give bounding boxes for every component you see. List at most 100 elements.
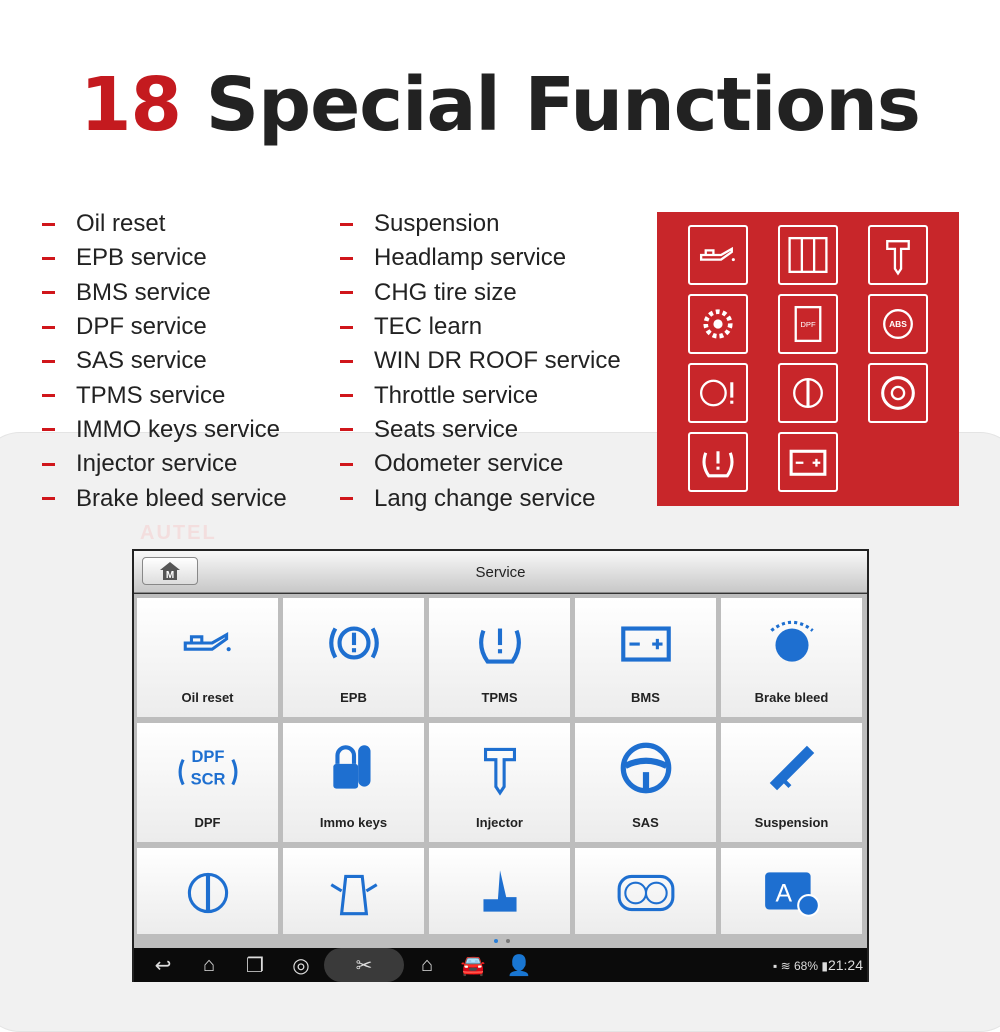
- function-label: TPMS service: [76, 381, 226, 409]
- function-label: EPB service: [76, 244, 207, 272]
- service-tile[interactable]: A: [721, 848, 862, 934]
- service-tile[interactable]: BMS: [575, 598, 716, 717]
- function-icon-tile: [688, 432, 748, 492]
- dpf-icon: DPF: [794, 305, 822, 343]
- function-item: Suspension: [340, 207, 621, 241]
- service-tile[interactable]: TPMS: [429, 598, 570, 717]
- function-icon-tile: [778, 225, 838, 285]
- function-item: IMMO keys service: [42, 413, 287, 447]
- function-label: IMMO keys service: [76, 415, 281, 443]
- function-item: EPB service: [42, 241, 287, 275]
- vehicle-icon[interactable]: 🚘: [450, 948, 496, 982]
- tire-icon: [881, 376, 915, 410]
- screen-header: M Service: [134, 551, 867, 593]
- dash-bullet: [42, 428, 55, 432]
- function-label: Oil reset: [76, 210, 166, 238]
- function-item: TEC learn: [340, 310, 621, 344]
- service-tile[interactable]: Oil reset: [137, 598, 278, 717]
- service-tile-label: DPF: [194, 815, 221, 830]
- service-tile[interactable]: EPB: [283, 598, 424, 717]
- tablet-screen: M Service Oil reset EPB TPMS BMS Brake bleed…: [132, 549, 869, 982]
- service-tile[interactable]: SAS: [575, 723, 716, 842]
- dash-bullet: [42, 359, 55, 363]
- dash-bullet: [42, 222, 55, 226]
- dash-bullet: [340, 256, 353, 260]
- function-item: SAS service: [42, 344, 287, 378]
- service-tile-label: Injector: [476, 815, 523, 830]
- function-item: Seats service: [340, 413, 621, 447]
- function-item: Brake bleed service: [42, 481, 287, 515]
- maxisys-home-icon[interactable]: ⌂: [404, 948, 450, 982]
- service-grid: Oil reset EPB TPMS BMS Brake bleed DPF SCR DPF I…: [134, 594, 867, 948]
- service-tile[interactable]: DPF SCR DPF: [137, 723, 278, 842]
- battery-level: 68%: [793, 959, 819, 973]
- dash-bullet: [340, 394, 353, 398]
- remote-support-icon[interactable]: 👤: [496, 948, 542, 982]
- service-tile-label: BMS: [631, 690, 660, 705]
- function-item: TPMS service: [42, 378, 287, 412]
- steering-wheel-icon: [620, 742, 671, 794]
- service-tile-label: Brake bleed: [754, 690, 829, 705]
- service-tile[interactable]: [575, 848, 716, 934]
- screen-title: Service: [475, 564, 526, 581]
- svg-text:SCR: SCR: [190, 770, 225, 789]
- service-tile[interactable]: Immo keys: [283, 723, 424, 842]
- function-icon-tile: [688, 294, 748, 354]
- service-tile[interactable]: [429, 848, 570, 934]
- tpms-icon: [478, 628, 521, 664]
- function-label: Headlamp service: [374, 244, 567, 272]
- recent-apps-icon[interactable]: ❐: [232, 948, 278, 982]
- function-label: DPF service: [76, 313, 207, 341]
- tpms-icon: [702, 451, 734, 478]
- headline-number: 18: [80, 62, 182, 148]
- throttle-icon: [187, 872, 228, 914]
- battery-icon: [789, 449, 827, 476]
- odometer-icon: [617, 874, 674, 912]
- function-list-left: Oil reset EPB service BMS service DPF servi…: [42, 207, 287, 516]
- service-tile[interactable]: Brake bleed: [721, 598, 862, 717]
- svg-text:A: A: [775, 880, 792, 907]
- dash-bullet: [42, 394, 55, 398]
- car-doors-icon: [329, 874, 378, 916]
- service-tile[interactable]: [137, 848, 278, 934]
- dash-bullet: [340, 428, 353, 432]
- dash-bullet: [340, 222, 353, 226]
- dash-bullet: [340, 325, 353, 329]
- immo-key-icon: [332, 745, 371, 789]
- function-item: Lang change service: [340, 481, 621, 515]
- dash-bullet: [340, 462, 353, 466]
- function-icon-tile: [868, 363, 928, 423]
- function-item: CHG tire size: [340, 276, 621, 310]
- function-label: BMS service: [76, 278, 211, 306]
- function-label: WIN DR ROOF service: [374, 347, 621, 375]
- service-tile[interactable]: Injector: [429, 723, 570, 842]
- function-item: Oil reset: [42, 207, 287, 241]
- browser-icon[interactable]: ◎: [278, 948, 324, 982]
- dash-bullet: [340, 291, 353, 295]
- dash-bullet: [340, 497, 353, 501]
- function-item: Headlamp service: [340, 241, 621, 275]
- function-item: Injector service: [42, 447, 287, 481]
- function-icon-tile: ABS: [868, 294, 928, 354]
- back-icon[interactable]: ↩: [140, 948, 186, 982]
- page-indicator: [494, 939, 510, 943]
- svg-text:DPF: DPF: [191, 747, 224, 766]
- function-icon-tile: [688, 363, 748, 423]
- oil-can-icon: [699, 246, 735, 262]
- battery-icon: [620, 626, 671, 662]
- function-label: Lang change service: [374, 484, 596, 512]
- home-icon[interactable]: ⌂: [186, 948, 232, 982]
- service-tile[interactable]: [283, 848, 424, 934]
- service-tile[interactable]: Suspension: [721, 723, 862, 842]
- dash-bullet: [340, 359, 353, 363]
- brand-logo: AUTEL: [140, 522, 217, 544]
- function-label: Suspension: [374, 210, 500, 238]
- function-item: BMS service: [42, 276, 287, 310]
- service-tile-label: Oil reset: [181, 690, 234, 705]
- function-item: WIN DR ROOF service: [340, 344, 621, 378]
- injector-icon: [483, 747, 516, 796]
- screenshot-icon[interactable]: ✂: [324, 948, 404, 982]
- function-label: SAS service: [76, 347, 207, 375]
- suspension-icon: [769, 745, 814, 791]
- dash-bullet: [42, 462, 55, 466]
